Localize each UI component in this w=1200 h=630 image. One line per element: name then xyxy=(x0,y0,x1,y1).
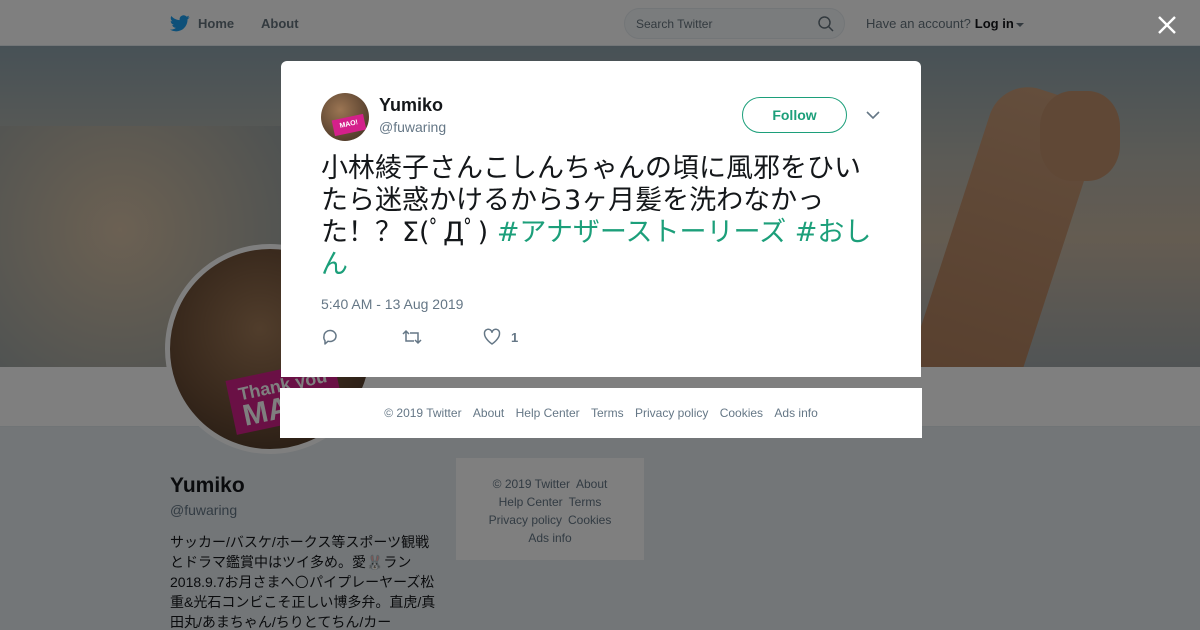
modal-footer: © 2019 Twitter About Help Center Terms P… xyxy=(280,388,922,438)
like-count: 1 xyxy=(511,329,519,345)
tweet-modal: MAO! Yumiko @fuwaring Follow 小林綾子さんこしんちゃ… xyxy=(281,61,921,377)
tweet-avatar-tag: MAO! xyxy=(331,113,367,137)
footer-link[interactable]: About xyxy=(473,406,504,420)
footer-link[interactable]: Terms xyxy=(591,406,624,420)
tweet-author-name[interactable]: Yumiko xyxy=(379,95,443,116)
footer-link[interactable]: Cookies xyxy=(720,406,763,420)
chevron-down-icon[interactable] xyxy=(865,109,881,121)
footer-link[interactable]: Privacy policy xyxy=(635,406,708,420)
reply-button[interactable] xyxy=(321,327,349,347)
heart-icon xyxy=(483,328,501,345)
tweet-author-handle[interactable]: @fuwaring xyxy=(379,119,446,135)
footer-link[interactable]: © 2019 Twitter xyxy=(384,406,461,420)
hashtag-link[interactable]: #アナザーストーリーズ xyxy=(497,217,786,248)
like-button[interactable]: 1 xyxy=(483,327,518,347)
retweet-icon xyxy=(402,329,422,345)
tweet-timestamp[interactable]: 5:40 AM - 13 Aug 2019 xyxy=(321,296,463,312)
footer-link[interactable]: Ads info xyxy=(774,406,817,420)
retweet-button[interactable] xyxy=(401,327,433,347)
reply-icon xyxy=(323,329,337,345)
tweet-avatar[interactable]: MAO! xyxy=(321,93,369,141)
follow-button[interactable]: Follow xyxy=(742,97,847,133)
tweet-text: 小林綾子さんこしんちゃんの頃に風邪をひいたら迷惑かけるから3ヶ月髪を洗わなかった… xyxy=(321,153,886,281)
footer-link[interactable]: Help Center xyxy=(516,406,580,420)
close-icon[interactable] xyxy=(1155,13,1179,37)
